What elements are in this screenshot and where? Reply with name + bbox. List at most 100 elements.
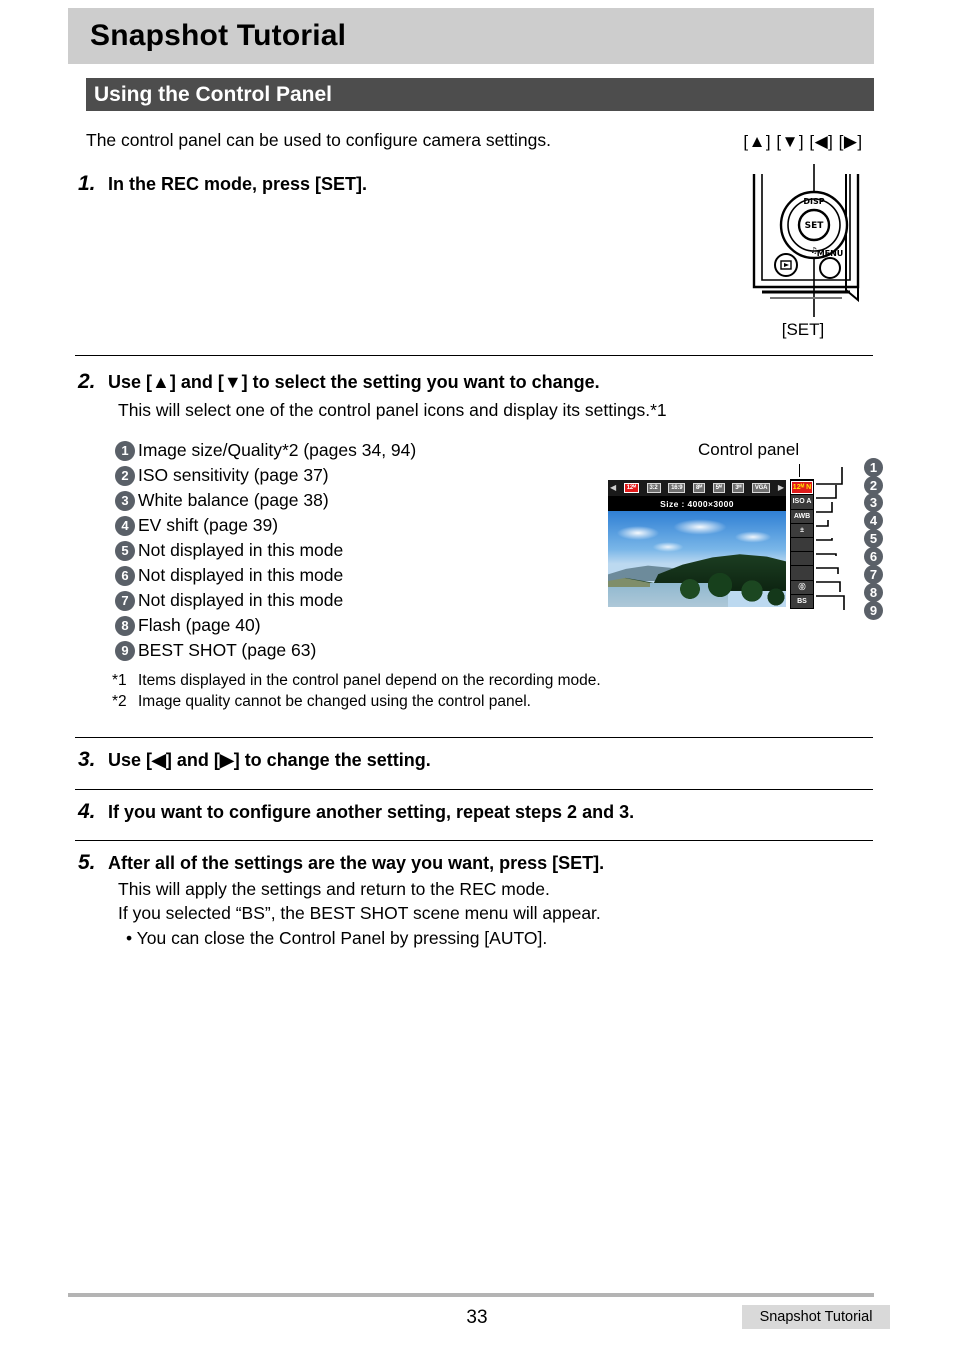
- white-balance-icon[interactable]: AWB: [791, 509, 813, 523]
- image-size-icon[interactable]: 12ᴹ N: [791, 481, 813, 495]
- step-4: 4. If you want to configure another sett…: [78, 800, 634, 824]
- callout-3: 3: [864, 493, 883, 512]
- section-title: Using the Control Panel: [94, 82, 333, 106]
- step-2: 2. Use [▲] and [▼] to select the setting…: [78, 370, 600, 394]
- section-header-bar: Using the Control Panel: [86, 78, 874, 111]
- footer-section-tab: Snapshot Tutorial: [742, 1305, 890, 1329]
- svg-text:MENU: MENU: [817, 249, 844, 258]
- step-1-number: 1.: [78, 172, 96, 195]
- list-item: 5 Not displayed in this mode: [115, 538, 535, 563]
- list-bullet-4: 4: [115, 515, 135, 536]
- foreground-trees: [668, 571, 786, 607]
- best-shot-icon[interactable]: BS: [791, 594, 813, 608]
- caption-leader-line: [799, 464, 800, 478]
- list-label-9: BEST SHOT (page 63): [138, 640, 317, 660]
- step-5-subtext-1: This will apply the settings and return …: [118, 879, 550, 899]
- step-5-number: 5.: [78, 851, 96, 874]
- list-item: 9 BEST SHOT (page 63): [115, 638, 535, 663]
- footnote-1-mark: *1: [112, 672, 127, 689]
- list-label-3: White balance (page 38): [138, 490, 329, 510]
- list-label-7: Not displayed in this mode: [138, 590, 344, 610]
- list-bullet-7: 7: [115, 590, 135, 611]
- callout-1: 1: [864, 458, 883, 477]
- step-5-heading: After all of the settings are the way yo…: [108, 853, 605, 873]
- callout-9: 9: [864, 601, 883, 620]
- callout-6: 6: [864, 547, 883, 566]
- footnote-2-text: Image quality cannot be changed using th…: [138, 693, 531, 710]
- divider-above-step-2: [75, 355, 873, 356]
- callout-5: 5: [864, 529, 883, 548]
- step-3-heading: Use [◀] and [▶] to change the setting.: [108, 750, 431, 770]
- step-4-heading: If you want to configure another setting…: [108, 802, 635, 822]
- divider-above-step-3: [75, 737, 873, 738]
- list-bullet-2: 2: [115, 465, 135, 486]
- intro-paragraph: The control panel can be used to configu…: [86, 130, 551, 150]
- size-chip-4[interactable]: 8ᴹ: [692, 483, 705, 493]
- list-item: 1 Image size/Quality*2 (pages 34, 94): [115, 438, 535, 463]
- footer-divider: [68, 1293, 874, 1297]
- size-chip-7[interactable]: VGA: [751, 483, 771, 493]
- list-label-6: Not displayed in this mode: [138, 565, 344, 585]
- step-5-subtext-2: If you selected “BS”, the BEST SHOT scen…: [118, 903, 601, 923]
- list-bullet-1: 1: [115, 440, 135, 461]
- size-chip-6[interactable]: 3ᴹ: [732, 483, 745, 493]
- camera-back-illustration: SET DISP ♫ MENU: [752, 164, 860, 317]
- divider-above-step-5: [75, 840, 873, 841]
- footnote-1-text: Items displayed in the control panel dep…: [138, 672, 601, 689]
- callout-8: 8: [864, 583, 883, 602]
- prev-arrow-icon[interactable]: ◀: [610, 484, 616, 492]
- size-chip-1[interactable]: 12ᴹ: [623, 483, 639, 493]
- list-item: 7 Not displayed in this mode: [115, 588, 535, 613]
- not-displayed-icon-6[interactable]: [791, 552, 813, 566]
- not-displayed-icon-5[interactable]: [791, 537, 813, 552]
- list-label-2: ISO sensitivity (page 37): [138, 465, 329, 485]
- not-displayed-icon-7[interactable]: [791, 566, 813, 580]
- list-label-1: Image size/Quality*2 (pages 34, 94): [138, 440, 417, 460]
- step-2-heading: Use [▲] and [▼] to select the setting yo…: [108, 372, 600, 392]
- step-4-number: 4.: [78, 800, 96, 823]
- flash-icon[interactable]: ⓪: [791, 580, 813, 594]
- camera-lcd-preview: ◀ 12ᴹ 3:2 16:9 8ᴹ 5ᴹ 3ᴹ VGA ▶ Size : 400…: [608, 480, 786, 607]
- camera-button-diagram: [▲] [▼] [◀] [▶] [SET] SET DISP ♫ MENU: [718, 132, 888, 347]
- size-chip-2[interactable]: 3:2: [646, 483, 661, 493]
- image-size-value: Size : 4000×3000: [608, 496, 786, 511]
- callout-4: 4: [864, 511, 883, 530]
- list-item: 6 Not displayed in this mode: [115, 563, 535, 588]
- list-bullet-9: 9: [115, 640, 135, 661]
- step-1-heading: In the REC mode, press [SET].: [108, 174, 368, 194]
- list-item: 3 White balance (page 38): [115, 488, 535, 513]
- step-3-number: 3.: [78, 748, 96, 771]
- control-panel-caption: Control panel: [698, 440, 800, 459]
- list-bullet-8: 8: [115, 615, 135, 636]
- size-chip-5[interactable]: 5ᴹ: [712, 483, 725, 493]
- step-5: 5. After all of the settings are the way…: [78, 851, 604, 875]
- step-5-subtext-3: • You can close the Control Panel by pre…: [126, 928, 548, 948]
- control-panel-item-list: 1 Image size/Quality*2 (pages 34, 94) 2 …: [115, 438, 535, 663]
- list-item: 8 Flash (page 40): [115, 613, 535, 638]
- footnote-1: *1 Items displayed in the control panel d…: [112, 670, 601, 691]
- image-size-selector-bar[interactable]: ◀ 12ᴹ 3:2 16:9 8ᴹ 5ᴹ 3ᴹ VGA ▶: [608, 480, 786, 496]
- list-bullet-6: 6: [115, 565, 135, 586]
- footnote-2: *2 Image quality cannot be changed using …: [112, 691, 601, 712]
- list-label-4: EV shift (page 39): [138, 515, 279, 535]
- step-1: 1. In the REC mode, press [SET].: [78, 172, 367, 196]
- step-2-number: 2.: [78, 370, 96, 393]
- list-bullet-5: 5: [115, 540, 135, 561]
- step-3: 3. Use [◀] and [▶] to change the setting…: [78, 748, 431, 772]
- divider-above-step-4: [75, 789, 873, 790]
- list-bullet-3: 3: [115, 490, 135, 511]
- step-2-subtext: This will select one of the control pane…: [118, 400, 667, 420]
- list-label-5: Not displayed in this mode: [138, 540, 344, 560]
- next-arrow-icon[interactable]: ▶: [778, 484, 784, 492]
- list-item: 4 EV shift (page 39): [115, 513, 535, 538]
- callout-7: 7: [864, 565, 883, 584]
- list-item: 2 ISO sensitivity (page 37): [115, 463, 535, 488]
- footnotes: *1 Items displayed in the control panel d…: [112, 670, 601, 712]
- page-title: Snapshot Tutorial: [90, 19, 347, 52]
- control-panel-icon-strip[interactable]: 12ᴹ N ISO A AWB ± ⓪ BS: [788, 477, 816, 611]
- ev-shift-icon[interactable]: ±: [791, 523, 813, 537]
- footnote-2-mark: *2: [112, 693, 127, 710]
- list-label-8: Flash (page 40): [138, 615, 261, 635]
- size-chip-3[interactable]: 16:9: [668, 483, 686, 493]
- iso-sensitivity-icon[interactable]: ISO A: [791, 495, 813, 509]
